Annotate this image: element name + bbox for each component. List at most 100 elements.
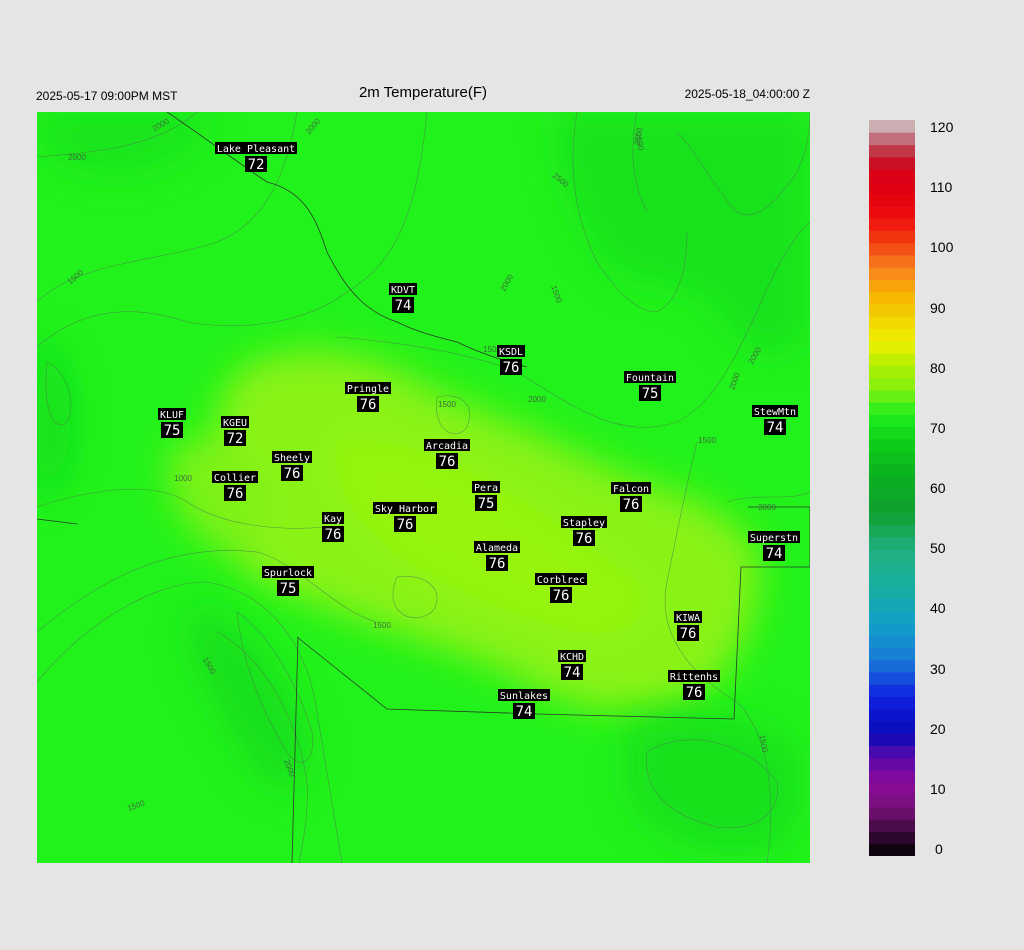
station-name: KDVT	[391, 285, 415, 296]
color-scale-segment	[869, 782, 915, 796]
color-scale-tick-label: 10	[930, 780, 946, 797]
color-scale-tick-label: 20	[930, 720, 946, 737]
color-scale-segment	[869, 193, 915, 207]
color-scale-segment	[869, 770, 915, 783]
station-temperature: 76	[397, 517, 414, 533]
color-scale-tick-label: 80	[930, 359, 946, 376]
color-scale-segment	[869, 242, 915, 256]
station-temperature: 72	[248, 157, 265, 173]
station-name: Sunlakes	[500, 691, 548, 702]
station-temperature: 76	[489, 556, 506, 572]
color-scale-segment	[869, 389, 915, 403]
color-scale-segment	[869, 488, 915, 501]
color-scale-segment	[869, 156, 915, 170]
color-scale-bar	[869, 120, 915, 856]
station-temperature: 76	[503, 360, 520, 376]
station-name: Alameda	[476, 543, 518, 554]
station-temperature: 75	[164, 423, 181, 439]
color-scale-segment	[869, 279, 915, 293]
station-temperature: 74	[767, 420, 784, 436]
color-scale-tick-label: 50	[930, 540, 946, 557]
color-scale-tick-label: 120	[930, 119, 954, 135]
color-scale-segment	[869, 254, 915, 268]
color-scale-segment	[869, 757, 915, 771]
color-scale-segment	[869, 708, 915, 722]
valid-time-utc: 2025-05-18_04:00:00 Z	[684, 87, 810, 101]
color-scale-tick-label: 70	[930, 419, 946, 436]
color-scale-segment	[869, 291, 915, 305]
station-kgeu: KGEU 72	[221, 416, 249, 447]
station-temperature: 76	[227, 486, 244, 502]
station-name: Stapley	[563, 518, 605, 529]
station-name: Sky Harbor	[375, 504, 435, 515]
color-scale-segment	[869, 365, 915, 379]
contour-label: 1500	[373, 621, 391, 630]
station-name: Arcadia	[426, 441, 468, 452]
color-scale-segment	[869, 512, 915, 526]
color-scale-segment	[869, 806, 915, 820]
station-name: Lake Pleasant	[217, 144, 295, 155]
color-scale-segment	[869, 794, 915, 808]
color-scale-tick-label: 40	[930, 600, 946, 617]
station-temperature: 76	[623, 497, 640, 513]
station-name: Sheely	[274, 453, 310, 464]
color-scale-segment	[869, 586, 915, 599]
contour-label: 2000	[68, 153, 86, 162]
station-name: KLUF	[160, 410, 184, 421]
station-name: StewMtn	[754, 407, 796, 418]
station-name: Corblrec	[537, 575, 585, 586]
station-name: Rittenhs	[670, 672, 718, 683]
color-scale-segment	[869, 475, 915, 489]
color-scale-tick-label: 100	[930, 239, 954, 256]
station-name: Collier	[214, 473, 256, 484]
color-scale-segment	[869, 218, 915, 231]
color-scale-segment	[869, 721, 915, 734]
color-scale-segment	[869, 451, 915, 464]
color-scale-segment	[869, 819, 915, 832]
color-scale-segment	[869, 120, 915, 133]
color-scale-segment	[869, 733, 915, 747]
valid-time-local: 2025-05-17 09:00PM MST	[36, 89, 178, 103]
color-scale-segment	[869, 659, 915, 673]
station-temperature: 76	[553, 588, 570, 604]
color-scale-segment	[869, 573, 915, 587]
color-scale-segment	[869, 402, 915, 415]
station-name: Falcon	[613, 484, 649, 495]
color-scale-segment	[869, 340, 915, 354]
color-scale-segment	[869, 672, 915, 685]
color-scale-segment	[869, 144, 915, 158]
station-kdvt: KDVT 74	[389, 283, 417, 314]
color-scale-tick-label: 60	[930, 480, 946, 496]
contour-label: 2000	[758, 503, 776, 512]
color-scale-tick-label: 90	[930, 299, 946, 316]
contour-label: 1500	[698, 436, 716, 445]
station-temperature: 76	[360, 397, 377, 413]
station-kay: Kay 76	[322, 512, 344, 543]
color-scale-tick-label: 110	[930, 179, 953, 196]
color-scale-segment	[869, 267, 915, 280]
color-scale-segment	[869, 524, 915, 538]
color-scale-segment	[869, 500, 915, 514]
color-scale-segment	[869, 438, 915, 452]
station-temperature: 74	[516, 704, 533, 720]
color-scale-segment	[869, 316, 915, 330]
station-temperature: 75	[478, 496, 495, 512]
color-scale-segment	[869, 843, 915, 856]
color-scale-segment	[869, 610, 915, 624]
temperature-map: 2000 200020001500 200015001500150010001500…	[37, 112, 810, 863]
color-scale-segment	[869, 304, 915, 317]
color-scale-segment	[869, 132, 915, 146]
station-name: Pringle	[347, 384, 389, 395]
color-scale-segment	[869, 169, 915, 182]
color-scale-segment	[869, 414, 915, 428]
color-scale-segment	[869, 598, 915, 612]
station-name: KSDL	[499, 347, 523, 358]
color-scale-segment	[869, 426, 915, 440]
color-scale-segment	[869, 181, 915, 195]
station-name: Pera	[474, 483, 498, 494]
station-temperature: 74	[564, 665, 581, 681]
color-scale-segment	[869, 647, 915, 661]
station-temperature: 76	[680, 626, 697, 642]
station-ksdl: KSDL 76	[497, 345, 525, 376]
color-scale-segment	[869, 684, 915, 698]
